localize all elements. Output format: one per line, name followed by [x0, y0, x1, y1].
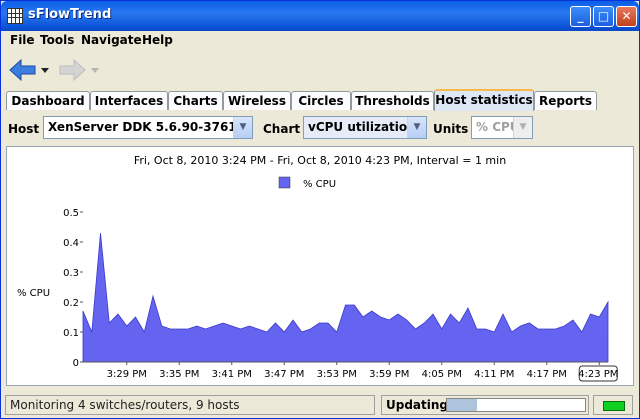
- cpu-chart[interactable]: Fri, Oct 8, 2010 3:24 PM - Fri, Oct 8, 2…: [7, 147, 633, 385]
- tab-thresholds[interactable]: Thresholds: [351, 91, 434, 110]
- y-tick-label: 0.4: [63, 238, 79, 249]
- tab-dashboard[interactable]: Dashboard: [6, 91, 90, 110]
- chevron-down-icon: ▼: [513, 117, 532, 138]
- legend-swatch: [278, 176, 291, 189]
- progress-bar: [446, 398, 586, 412]
- x-tick-label: 3:47 PM: [264, 369, 304, 380]
- x-tick-label: 4:05 PM: [422, 369, 462, 380]
- tab-circles[interactable]: Circles: [291, 91, 351, 110]
- x-tick-label: 3:53 PM: [317, 369, 357, 380]
- status-led-panel: [593, 395, 633, 415]
- title-bar[interactable]: sFlowTrend _ □ ✕: [1, 1, 639, 31]
- updating-label: Updating: [386, 398, 449, 412]
- y-tick-label: 0.1: [63, 328, 79, 339]
- minimize-button[interactable]: _: [570, 6, 591, 27]
- app-grid-icon: [7, 8, 23, 24]
- status-led: [603, 401, 625, 411]
- app-window: sFlowTrend _ □ ✕ File Tools Navigate Hel…: [0, 0, 640, 419]
- forward-button[interactable]: [57, 56, 103, 84]
- chevron-down-icon: ▼: [233, 117, 252, 138]
- y-axis-label: % CPU: [17, 288, 50, 299]
- y-tick-label: 0.3: [63, 268, 79, 279]
- maximize-button[interactable]: □: [593, 6, 614, 27]
- x-tick-label: 4:17 PM: [527, 369, 567, 380]
- chart-select-value: vCPU utilization: [308, 120, 416, 134]
- x-tick-label: 3:59 PM: [369, 369, 409, 380]
- x-tick-label: 3:29 PM: [107, 369, 147, 380]
- back-arrow-icon: [9, 58, 36, 82]
- menu-file[interactable]: File: [10, 33, 35, 47]
- forward-arrow-icon: [59, 58, 86, 82]
- y-tick-label: 0.2: [63, 298, 79, 309]
- x-tick-label: 3:41 PM: [212, 369, 252, 380]
- controls-row: Host XenServer DDK 5.6.90-37611p i... ▼ …: [1, 114, 639, 142]
- menu-bar: File Tools Navigate Help: [1, 31, 639, 51]
- host-label: Host: [8, 122, 40, 136]
- tab-interfaces[interactable]: Interfaces: [90, 91, 168, 110]
- y-tick-label: 0: [73, 358, 79, 369]
- units-select[interactable]: % CPU ▼: [471, 116, 533, 139]
- menu-navigate[interactable]: Navigate: [81, 33, 142, 47]
- chart-panel: Fri, Oct 8, 2010 3:24 PM - Fri, Oct 8, 2…: [6, 146, 634, 386]
- status-bar: Monitoring 4 switches/routers, 9 hosts U…: [1, 393, 639, 418]
- chart-title: Fri, Oct 8, 2010 3:24 PM - Fri, Oct 8, 2…: [134, 154, 506, 167]
- progress-fill: [447, 399, 478, 411]
- tab-charts[interactable]: Charts: [168, 91, 223, 110]
- units-label: Units: [433, 122, 469, 136]
- tab-reports[interactable]: Reports: [534, 91, 597, 110]
- tab-wireless[interactable]: Wireless: [223, 91, 291, 110]
- toolbar: [1, 53, 639, 87]
- chevron-down-icon: ▼: [407, 117, 426, 138]
- host-select-value: XenServer DDK 5.6.90-37611p i...: [48, 120, 253, 134]
- host-select[interactable]: XenServer DDK 5.6.90-37611p i... ▼: [43, 116, 253, 139]
- updating-panel: Updating: [381, 395, 589, 415]
- status-text: Monitoring 4 switches/routers, 9 hosts: [5, 395, 375, 415]
- x-tick-label: 4:23 PM: [578, 369, 618, 380]
- chart-label: Chart: [263, 122, 301, 136]
- menu-tools[interactable]: Tools: [40, 33, 74, 47]
- chart-select[interactable]: vCPU utilization ▼: [303, 116, 427, 139]
- window-title: sFlowTrend: [28, 7, 112, 22]
- close-button[interactable]: ✕: [616, 6, 637, 27]
- menu-help[interactable]: Help: [142, 33, 173, 47]
- tab-bar: Dashboard Interfaces Charts Wireless Cir…: [6, 89, 636, 111]
- y-tick-label: 0.5: [63, 208, 79, 219]
- series-area-cpu: [82, 232, 609, 363]
- legend-label: % CPU: [303, 179, 336, 190]
- x-tick-label: 4:11 PM: [474, 369, 514, 380]
- back-button[interactable]: [7, 56, 53, 84]
- x-tick-label: 3:35 PM: [159, 369, 199, 380]
- tab-host-statistics[interactable]: Host statistics: [434, 89, 534, 111]
